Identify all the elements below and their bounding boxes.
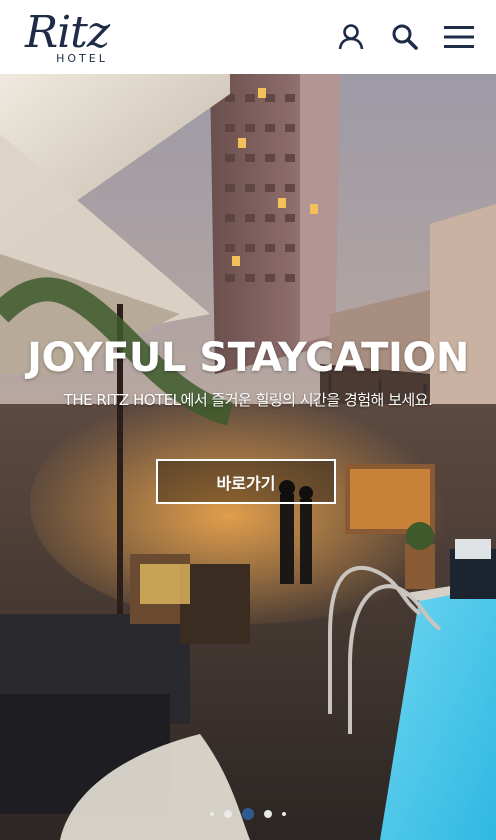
ritz-hotel-logo[interactable]: Ritz HOTEL xyxy=(6,6,128,65)
carousel-pagination xyxy=(0,806,496,822)
menu-button[interactable] xyxy=(442,20,476,54)
logo-script-text: Ritz xyxy=(24,6,110,58)
carousel-dot-5[interactable] xyxy=(282,812,286,816)
hero-title: JOYFUL STAYCATION xyxy=(27,335,469,381)
hero-cta-button[interactable]: 바로가기 xyxy=(156,459,336,504)
hero-banner: JOYFUL STAYCATION THE RITZ HOTEL에서 즐거운 힐… xyxy=(0,74,496,840)
site-header: Ritz HOTEL xyxy=(0,0,496,74)
account-button[interactable] xyxy=(334,20,368,54)
carousel-dot-4[interactable] xyxy=(264,810,272,818)
carousel-dot-3-active[interactable] xyxy=(242,808,254,820)
logo-sub-text: HOTEL xyxy=(56,51,108,65)
hero-background-image xyxy=(0,74,496,840)
carousel-dot-1[interactable] xyxy=(210,812,214,816)
hamburger-menu-icon xyxy=(444,26,474,48)
search-icon xyxy=(392,24,418,50)
header-actions xyxy=(334,20,476,54)
person-icon xyxy=(338,24,364,50)
search-button[interactable] xyxy=(388,20,422,54)
hero-subtitle: THE RITZ HOTEL에서 즐거운 힐링의 시간을 경험해 보세요. xyxy=(63,391,433,409)
carousel-dot-2[interactable] xyxy=(224,810,232,818)
